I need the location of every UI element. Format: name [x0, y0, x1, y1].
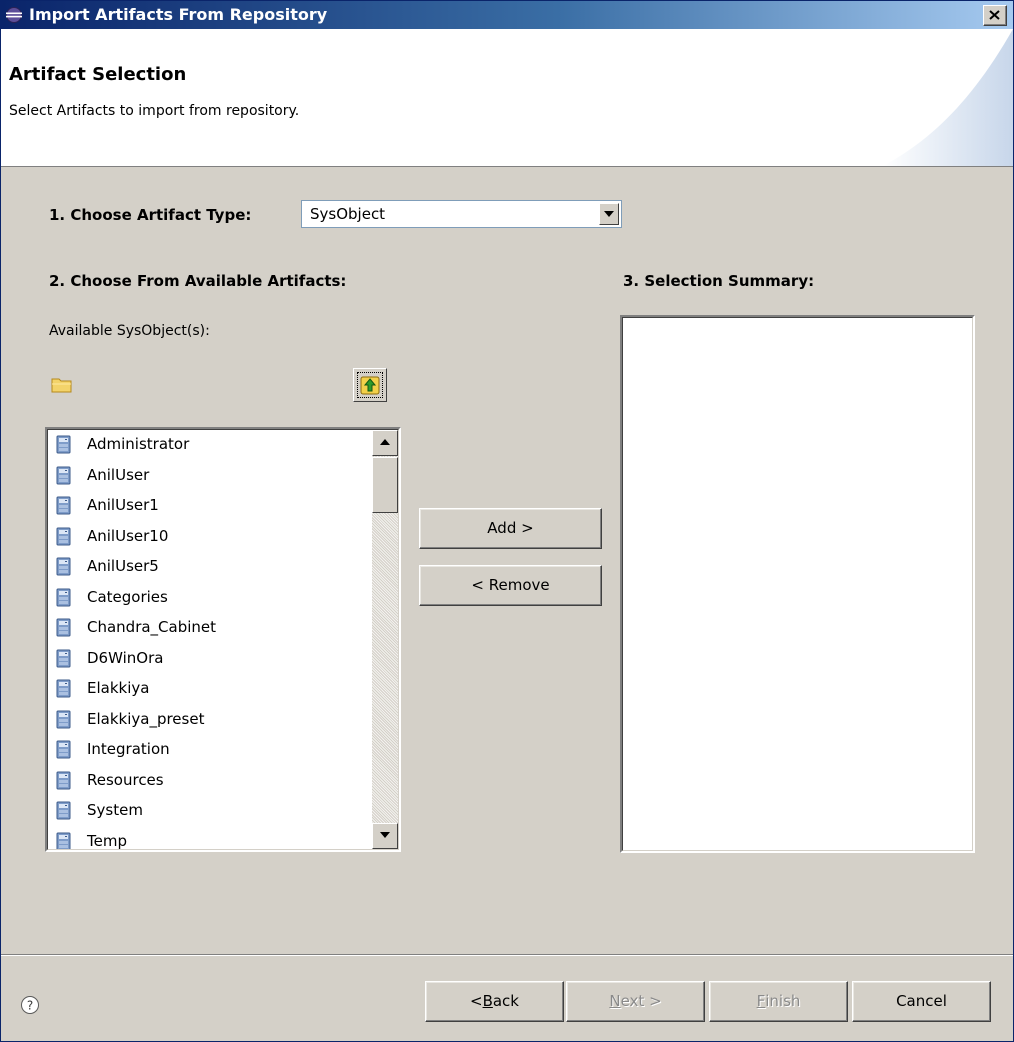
available-artifacts-label: 2. Choose From Available Artifacts:	[49, 272, 347, 290]
list-item-label: AnilUser1	[87, 496, 159, 514]
cabinet-icon	[56, 618, 71, 637]
cabinet-icon	[56, 557, 71, 576]
artifact-type-dropdown-button[interactable]	[599, 203, 619, 225]
chevron-down-icon	[604, 211, 614, 217]
cabinet-icon	[56, 740, 71, 759]
remove-button-label: < Remove	[471, 576, 550, 594]
page-title: Artifact Selection	[9, 64, 187, 85]
next-mnemonic: N	[609, 992, 621, 1010]
close-icon	[989, 10, 1000, 20]
next-rest: ext >	[620, 992, 662, 1010]
cabinet-icon	[56, 679, 71, 698]
scroll-thumb[interactable]	[372, 457, 398, 513]
selection-summary-list[interactable]	[620, 315, 975, 853]
list-frame: Administrator AnilUser AnilUser1 AnilUser10…	[47, 429, 399, 850]
list-item-label: Chandra_Cabinet	[87, 618, 217, 636]
cancel-label: Cancel	[896, 992, 947, 1010]
list-item[interactable]: System	[48, 796, 374, 827]
scroll-down-button[interactable]	[372, 823, 398, 849]
arrow-down-icon	[380, 832, 390, 838]
list-item-label: AnilUser	[87, 465, 150, 484]
list-item-label: AnilUser5	[87, 557, 159, 575]
available-artifacts-list[interactable]: Administrator AnilUser AnilUser1 AnilUser10…	[45, 427, 401, 852]
add-button[interactable]: Add >	[419, 508, 602, 549]
summary-frame	[622, 317, 973, 851]
cabinet-icon	[56, 527, 71, 545]
list-item[interactable]: Categories	[48, 583, 374, 614]
list-item[interactable]: AnilUser1	[48, 491, 374, 522]
list-item-label: AnilUser10	[87, 526, 169, 545]
artifact-items: Administrator AnilUser AnilUser1 AnilUser10…	[48, 430, 374, 850]
back-prefix: <	[469, 992, 483, 1010]
list-item[interactable]: AnilUser	[48, 461, 374, 492]
wizard-header: Artifact Selection Select Artifacts to i…	[1, 29, 1013, 167]
cabinet-icon	[56, 435, 71, 454]
finish-rest: inish	[765, 992, 801, 1010]
close-button[interactable]	[983, 5, 1007, 26]
cabinet-icon	[56, 710, 71, 728]
header-banner-graphic	[883, 29, 1013, 166]
list-item[interactable]: AnilUser10	[48, 522, 374, 553]
list-item[interactable]: Temp	[48, 827, 374, 850]
list-item[interactable]: Resources	[48, 766, 374, 797]
list-item-label: System	[87, 801, 143, 819]
back-rest: ack	[492, 992, 519, 1010]
scroll-up-button[interactable]	[372, 430, 398, 456]
artifact-type-label: 1. Choose Artifact Type:	[49, 206, 252, 224]
list-item-label: Temp	[87, 831, 127, 850]
available-sysobjects-label: Available SysObject(s):	[49, 323, 210, 339]
cabinet-icon	[56, 496, 71, 515]
back-button[interactable]: < Back	[425, 981, 564, 1022]
up-level-button[interactable]	[353, 368, 387, 402]
folder-icon[interactable]	[51, 376, 73, 394]
page-description: Select Artifacts to import from reposito…	[9, 103, 300, 119]
cabinet-icon	[56, 771, 71, 789]
cabinet-icon	[56, 466, 71, 484]
list-scrollbar[interactable]	[372, 430, 398, 849]
cabinet-icon	[56, 649, 71, 667]
list-item-label: Elakkiya	[87, 679, 150, 697]
list-item-label: Integration	[87, 740, 170, 758]
list-item[interactable]: Administrator	[48, 430, 374, 461]
cancel-button[interactable]: Cancel	[852, 981, 991, 1022]
list-item[interactable]: Elakkiya_preset	[48, 705, 374, 736]
list-item-label: Categories	[87, 587, 168, 606]
arrow-up-icon	[380, 439, 390, 445]
eclipse-icon	[6, 7, 22, 23]
list-item-label: Resources	[87, 770, 164, 789]
cabinet-icon	[56, 588, 71, 606]
add-button-label: Add >	[487, 519, 534, 537]
window-title: Import Artifacts From Repository	[29, 5, 328, 24]
list-item[interactable]: D6WinOra	[48, 644, 374, 675]
list-item-label: Administrator	[87, 435, 190, 453]
list-item[interactable]: Elakkiya	[48, 674, 374, 705]
finish-button[interactable]: Finish	[709, 981, 848, 1022]
title-bar[interactable]: Import Artifacts From Repository	[1, 1, 1013, 29]
list-item[interactable]: Integration	[48, 735, 374, 766]
up-level-icon	[360, 376, 380, 395]
remove-button[interactable]: < Remove	[419, 565, 602, 606]
list-item-label: D6WinOra	[87, 648, 164, 667]
selection-summary-label: 3. Selection Summary:	[623, 272, 815, 290]
svg-text:?: ?	[27, 999, 33, 1013]
help-icon[interactable]: ?	[20, 995, 40, 1015]
list-item[interactable]: AnilUser5	[48, 552, 374, 583]
import-dialog: Import Artifacts From Repository Artifac…	[0, 0, 1014, 1042]
artifact-type-select[interactable]: SysObject	[301, 200, 622, 228]
list-item-label: Elakkiya_preset	[87, 709, 205, 728]
next-button[interactable]: Next >	[566, 981, 705, 1022]
finish-mnemonic: F	[756, 992, 766, 1010]
cabinet-icon	[56, 832, 71, 849]
artifact-type-value: SysObject	[310, 205, 386, 223]
footer-separator	[1, 954, 1013, 956]
back-mnemonic: B	[482, 992, 493, 1010]
cabinet-icon	[56, 801, 71, 820]
list-item[interactable]: Chandra_Cabinet	[48, 613, 374, 644]
